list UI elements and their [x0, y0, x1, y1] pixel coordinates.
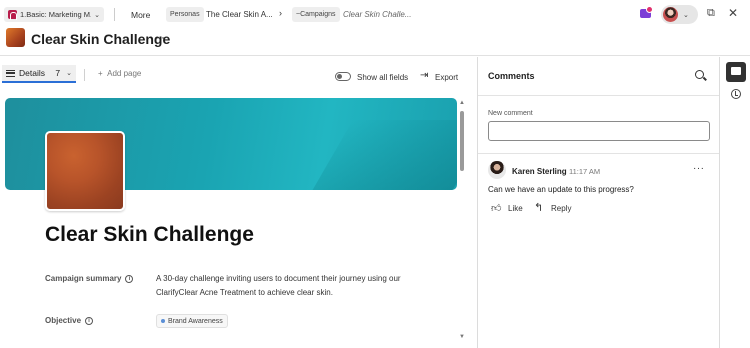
workspace-logo-icon [8, 10, 17, 20]
workspace-label: 1.Basic: Marketing M... [20, 10, 92, 19]
thumbs-up-icon[interactable]: 👍︎ [491, 202, 501, 214]
comments-panel: Comments New comment Karen Sterling 11:1… [478, 57, 719, 348]
close-icon[interactable]: ✕ [728, 6, 738, 20]
show-all-fields-toggle[interactable] [335, 72, 351, 81]
comments-header: Comments [478, 57, 719, 96]
right-rail [719, 57, 750, 348]
record-thumbnail [6, 28, 25, 47]
details-content: Clear Skin Challenge Campaign summary i A… [0, 90, 470, 348]
details-label: Details [19, 68, 45, 78]
chevron-right-icon: › [279, 8, 282, 18]
workspace-selector[interactable]: 1.Basic: Marketing M... ⌄ [4, 7, 104, 22]
page-title: Clear Skin Challenge [31, 31, 171, 47]
comment-bubble-icon[interactable] [726, 62, 746, 82]
breadcrumb-persona-name[interactable]: The Clear Skin A... [206, 10, 273, 19]
scroll-up-icon[interactable]: ▲ [459, 100, 465, 106]
avatar [488, 161, 506, 179]
export-button[interactable]: Export [435, 73, 458, 82]
top-bar: 1.Basic: Marketing M... ⌄ More Personas … [0, 0, 750, 28]
scroll-thumb[interactable] [460, 111, 464, 171]
new-comment-input[interactable] [488, 121, 710, 141]
like-button[interactable]: Like [508, 204, 523, 213]
plus-icon: + [98, 69, 103, 78]
user-menu-button[interactable]: ⌄ [661, 5, 698, 24]
clock-icon[interactable] [731, 89, 741, 99]
record-heading: Clear Skin Challenge [45, 223, 254, 246]
info-icon[interactable]: i [125, 274, 134, 283]
details-count: 7 [55, 68, 61, 78]
export-icon[interactable]: ⇥ [420, 70, 428, 81]
reply-button[interactable]: Reply [551, 204, 571, 213]
tag-dot [161, 319, 165, 323]
objective-tag-label: Brand Awareness [168, 317, 223, 325]
comment-more-icon[interactable]: ··· [693, 163, 705, 174]
chevron-down-icon: ⌄ [66, 70, 72, 77]
breadcrumb-current: Clear Skin Challe... [343, 10, 412, 19]
search-icon[interactable] [695, 70, 704, 79]
campaign-summary-value[interactable]: A 30-day challenge inviting users to doc… [156, 272, 416, 300]
list-icon [6, 69, 15, 77]
add-page-label: Add page [107, 69, 142, 78]
objective-label: Objective i [45, 316, 94, 325]
new-comment-label: New comment [488, 110, 533, 117]
objective-tag[interactable]: Brand Awareness [156, 314, 228, 328]
open-external-icon[interactable]: ⧉ [707, 7, 715, 20]
divider [84, 69, 85, 81]
chevron-down-icon: ⌄ [683, 11, 689, 19]
comment-text: Can we have an update to this progress? [488, 185, 634, 194]
info-icon[interactable]: i [85, 316, 94, 325]
record-header: Clear Skin Challenge ··· [0, 28, 750, 56]
avatar [663, 7, 678, 22]
record-image [45, 131, 125, 211]
add-page-button[interactable]: + Add page [98, 69, 141, 78]
divider [478, 153, 719, 154]
comment-time: 11:17 AM [569, 167, 601, 176]
comments-title: Comments [488, 71, 535, 81]
details-dropdown[interactable]: Details 7 ⌄ [2, 65, 76, 83]
comment-author[interactable]: Karen Sterling [512, 167, 567, 176]
chevron-down-icon: ⌄ [94, 11, 100, 19]
chat-notification-icon[interactable] [640, 6, 653, 18]
breadcrumb-personas[interactable]: Personas [166, 7, 204, 22]
reply-arrow-icon[interactable]: ↰ [534, 201, 543, 214]
more-options-icon[interactable]: ··· [156, 30, 171, 44]
details-toolbar: Details 7 ⌄ + Add page Show all fields ⇥… [0, 62, 477, 88]
scroll-down-icon[interactable]: ▼ [459, 334, 465, 340]
divider [114, 8, 115, 21]
scrollbar[interactable]: ▲ ▼ [459, 100, 465, 340]
more-button[interactable]: More [131, 10, 150, 20]
campaign-summary-label: Campaign summary i [45, 274, 134, 283]
show-all-fields-label: Show all fields [357, 73, 409, 82]
breadcrumb-campaigns[interactable]: ~Campaigns [292, 7, 340, 22]
